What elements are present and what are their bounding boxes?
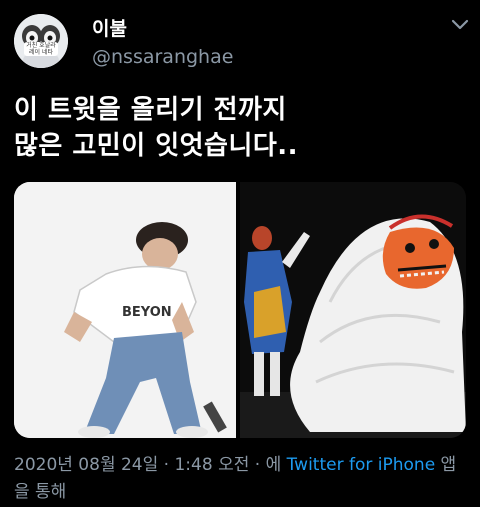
tweet-text: 이 트윗을 올리기 전까지 많은 고민이 잇엇습니다..	[14, 92, 464, 164]
lion-dance-illustration	[240, 182, 466, 438]
tweet-metadata: 2020년 08월 24일 · 1:48 오전 · 에 Twitter for …	[14, 452, 470, 506]
chevron-down-icon[interactable]	[448, 12, 472, 36]
tweet-time[interactable]: 1:48 오전	[174, 455, 249, 475]
tweet-date[interactable]: 2020년 08월 24일	[14, 455, 158, 475]
tweet-text-line-1: 이 트윗을 올리기 전까지	[14, 95, 287, 125]
avatar-image	[14, 14, 68, 68]
media-photo-dancer[interactable]: BEYON	[14, 182, 236, 438]
avatar-text: 거친 호날라 레이 네타	[24, 42, 58, 56]
display-name[interactable]: 이불	[92, 14, 127, 41]
user-handle[interactable]: @nssaranghae	[92, 46, 233, 68]
media-photo-lion-dance[interactable]	[240, 182, 466, 438]
avatar[interactable]: 거친 호날라 레이 네타	[14, 14, 68, 68]
source-prefix: 에	[265, 455, 287, 475]
tweet-media[interactable]: BEYON	[14, 182, 466, 438]
meta-separator: ·	[249, 455, 266, 475]
shirt-text: BEYON	[122, 305, 172, 320]
meta-separator: ·	[158, 455, 175, 475]
dancer-illustration: BEYON	[14, 182, 236, 438]
tweet-text-line-2: 많은 고민이 잇엇습니다..	[14, 131, 299, 161]
source-link[interactable]: Twitter for iPhone	[287, 455, 436, 475]
